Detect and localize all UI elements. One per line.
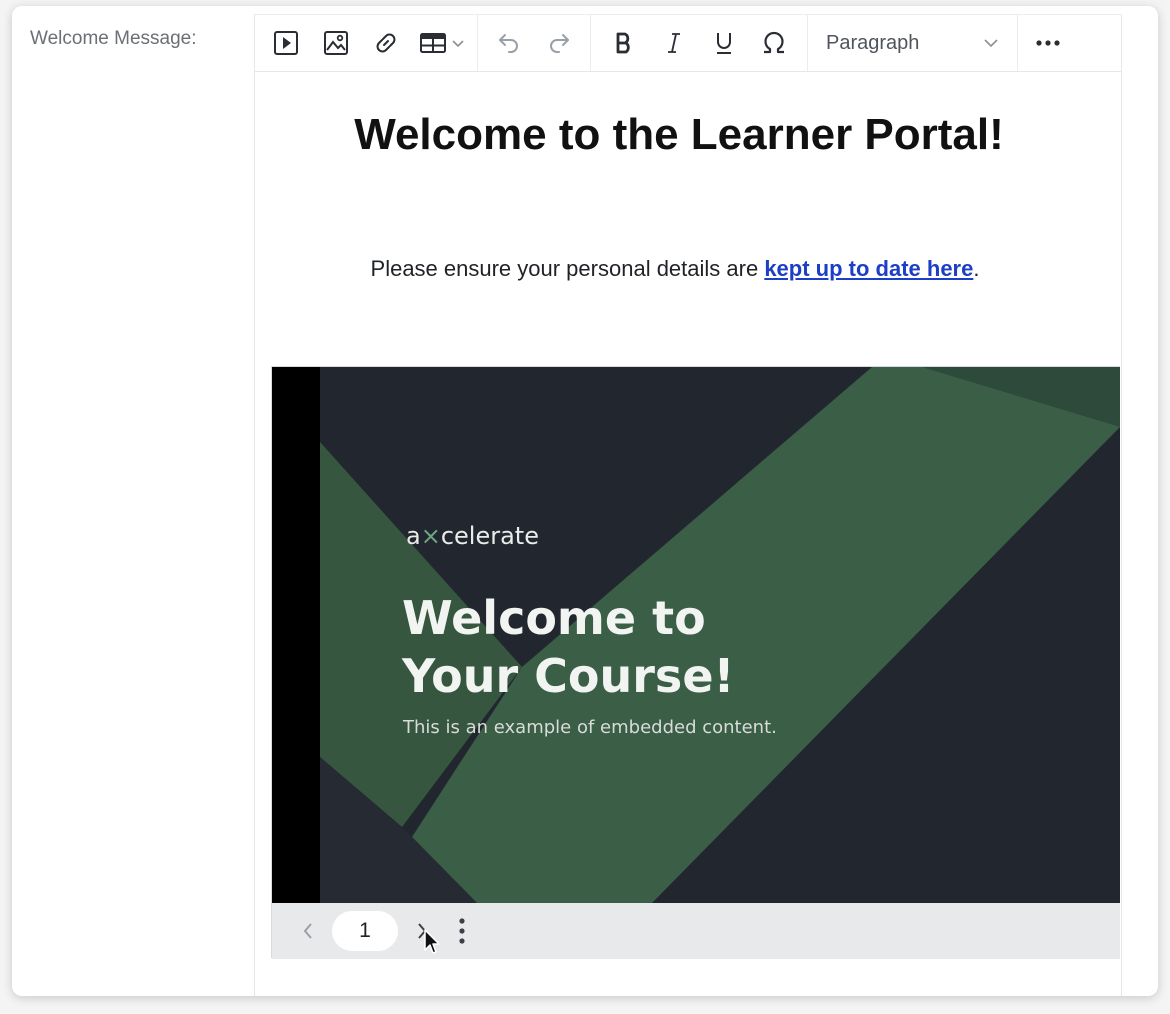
slide-subtitle: This is an example of embedded content. [403,717,777,738]
viewer-controls: 1 [272,903,1120,959]
undo-icon [499,34,518,53]
insert-image-button[interactable] [311,15,361,71]
rich-text-editor[interactable]: Paragraph Welcome to the Learner Portal!… [254,14,1122,996]
italic-icon [668,33,680,53]
special-char-icon [764,31,784,54]
embedded-slide: a×celerate Welcome to Your Course! This … [272,367,1120,903]
underline-icon [717,33,731,54]
image-icon [324,31,348,55]
block-format-value: Paragraph [826,31,920,54]
special-character-button[interactable] [749,15,799,71]
bold-icon [616,32,630,54]
link-icon [376,33,396,53]
paragraph-end: . [973,256,980,281]
insert-media-button[interactable] [261,15,311,71]
underline-button[interactable] [699,15,749,71]
content-heading: Welcome to the Learner Portal! [354,110,1004,159]
media-icon [274,31,298,55]
viewer-menu-button[interactable] [442,903,482,959]
slide-logo: a×celerate [406,522,539,550]
paragraph-text: Please ensure your personal details are [370,256,765,281]
slide-title: Welcome to Your Course! [402,589,735,705]
redo-icon [550,34,569,53]
history-group [478,15,591,71]
mouse-cursor-icon [424,929,440,954]
logo-a: a [406,522,421,550]
previous-page-button[interactable] [288,903,328,959]
chevron-down-icon [452,40,464,48]
insert-group [255,15,478,71]
insert-table-button[interactable] [411,15,473,71]
page-number-field[interactable]: 1 [332,911,398,951]
logo-x-icon: × [420,522,441,550]
undo-button[interactable] [484,15,534,71]
embedded-content[interactable]: a×celerate Welcome to Your Course! This … [271,366,1120,959]
more-icon [1036,40,1060,46]
bold-button[interactable] [599,15,649,71]
slide-title-line-2: Your Course! [402,649,735,703]
table-icon [420,33,446,53]
style-group [591,15,808,71]
chevron-down-icon [984,39,998,48]
field-label: Welcome Message: [30,28,197,49]
vertical-dots-icon [459,918,465,944]
content-paragraph: Please ensure your personal details are … [255,256,1095,282]
insert-link-button[interactable] [361,15,411,71]
chevron-left-icon [303,923,312,939]
more-options-button[interactable] [1018,15,1078,71]
italic-button[interactable] [649,15,699,71]
slide-left-bar [272,367,320,903]
block-format-select[interactable]: Paragraph [808,15,1018,71]
details-link[interactable]: kept up to date here [764,256,973,281]
redo-button[interactable] [534,15,584,71]
editor-toolbar: Paragraph [255,14,1122,72]
editor-card: Welcome Message: Paragraph Welcome to th… [12,6,1158,996]
slide-title-line-1: Welcome to [402,591,706,645]
logo-rest: celerate [440,522,539,550]
